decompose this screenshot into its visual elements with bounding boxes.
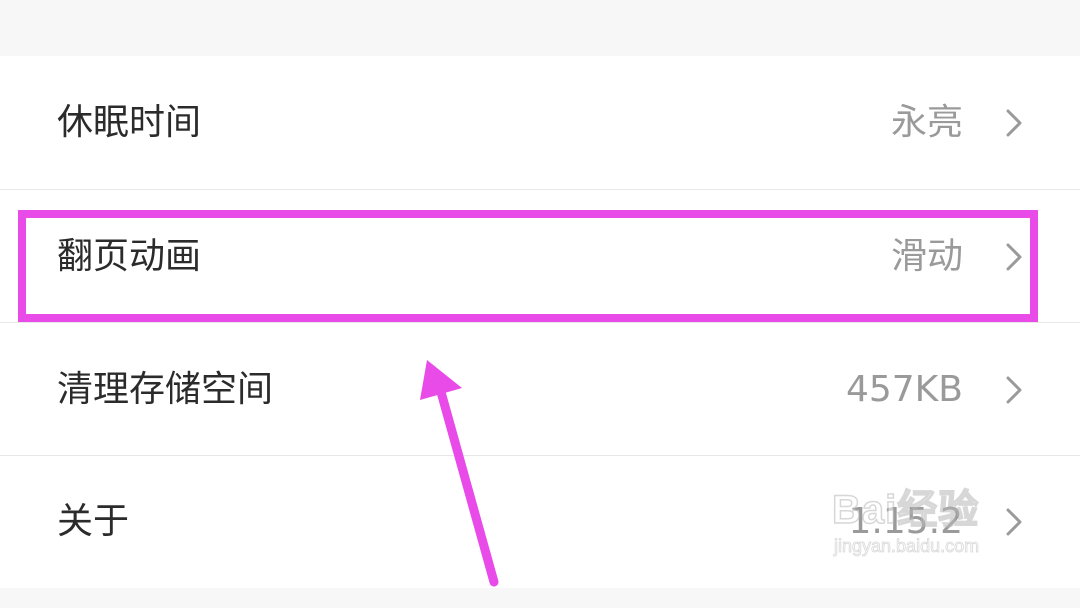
row-value: 滑动 (890, 236, 963, 277)
row-value: 永亮 (890, 102, 963, 143)
row-label: 翻页动画 (57, 236, 202, 277)
chevron-right-icon (1006, 508, 1022, 536)
settings-row-sleep-time[interactable]: 休眠时间 永亮 (0, 56, 1080, 189)
settings-row-page-animation[interactable]: 翻页动画 滑动 (0, 190, 1080, 323)
settings-list: 休眠时间 永亮 翻页动画 滑动 清理存储空间 457KB 关于 1.15.2 (0, 56, 1080, 588)
row-label: 清理存储空间 (57, 369, 274, 410)
settings-row-clear-storage[interactable]: 清理存储空间 457KB (0, 323, 1080, 456)
top-spacer (0, 0, 1080, 56)
chevron-right-icon (1006, 376, 1022, 403)
bottom-spacer (0, 588, 1080, 608)
row-label: 关于 (57, 501, 130, 542)
row-value: 1.15.2 (848, 501, 963, 542)
row-label: 休眠时间 (57, 102, 202, 143)
chevron-right-icon (1006, 243, 1022, 270)
settings-row-about[interactable]: 关于 1.15.2 (0, 456, 1080, 588)
chevron-right-icon (1006, 109, 1022, 136)
row-value: 457KB (845, 369, 963, 410)
